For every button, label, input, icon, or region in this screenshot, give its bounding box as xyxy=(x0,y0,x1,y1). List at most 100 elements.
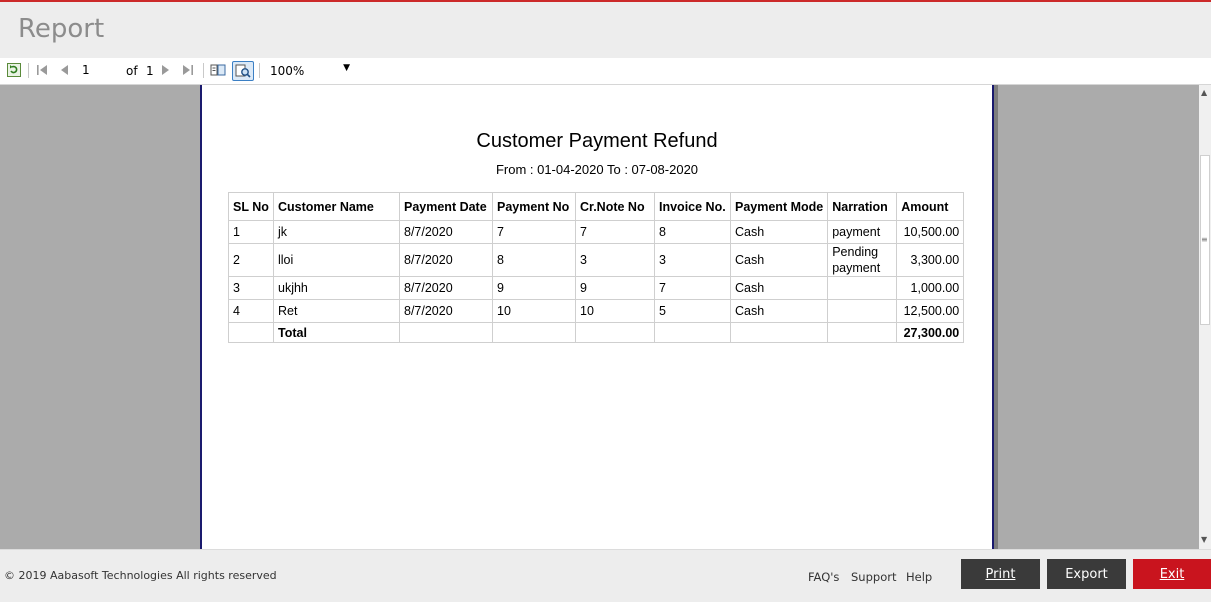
print-button[interactable]: Print xyxy=(961,559,1040,589)
table-cell: jk xyxy=(273,220,400,244)
table-cell: 7 xyxy=(492,220,576,244)
exit-button-label: Exit xyxy=(1159,566,1185,582)
table-cell: Cash xyxy=(729,220,829,244)
column-header: Cr.Note No xyxy=(575,192,655,221)
table-row: 3 ukjhh 8/7/2020 9 9 7 Cash 1,000.00 xyxy=(228,276,965,300)
export-button[interactable]: Export xyxy=(1047,559,1126,589)
table-cell: ukjhh xyxy=(273,276,400,300)
column-header: Customer Name xyxy=(273,192,400,221)
toolbar-separator xyxy=(203,63,204,78)
column-header: Payment No xyxy=(492,192,576,221)
total-label: Total xyxy=(273,322,400,343)
toolbar-separator xyxy=(28,63,29,78)
report-date-range: From : 01-04-2020 To : 07-08-2020 xyxy=(495,162,699,177)
title-bar: Report xyxy=(0,2,1211,58)
export-button-label: Export xyxy=(1065,566,1108,582)
table-cell: 8/7/2020 xyxy=(399,243,493,277)
refresh-icon[interactable] xyxy=(6,62,22,78)
last-page-icon[interactable] xyxy=(180,62,196,78)
table-cell: 8 xyxy=(492,243,576,277)
table-cell: 10 xyxy=(575,299,655,323)
first-page-icon[interactable] xyxy=(34,62,50,78)
table-cell: 7 xyxy=(654,276,731,300)
table-cell: Pending payment xyxy=(827,243,898,277)
table-row: 2 lloi 8/7/2020 8 3 3 Cash Pending payme… xyxy=(228,243,965,277)
table-cell: Cash xyxy=(729,299,829,323)
column-header: Invoice No. xyxy=(654,192,731,221)
report-page: Customer Payment Refund From : 01-04-202… xyxy=(200,85,994,549)
table-cell: 2 xyxy=(228,243,274,277)
chevron-down-icon: ▼ xyxy=(343,63,350,73)
column-header: Narration xyxy=(827,192,898,221)
table-cell: 4 xyxy=(228,299,274,323)
copyright-text: © 2019 Aabasoft Technologies All rights … xyxy=(4,569,277,582)
table-cell: payment xyxy=(827,220,898,244)
help-link[interactable]: Help xyxy=(906,570,932,584)
table-cell: lloi xyxy=(273,243,400,277)
zoom-select[interactable]: 100% ▼ xyxy=(266,60,352,80)
table-cell: 8/7/2020 xyxy=(399,220,493,244)
report-viewer: Customer Payment Refund From : 01-04-202… xyxy=(0,85,1199,549)
column-header: Payment Date xyxy=(399,192,493,221)
support-link[interactable]: Support xyxy=(851,570,896,584)
table-row: 1 jk 8/7/2020 7 7 8 Cash payment 10,500.… xyxy=(228,220,965,244)
previous-page-icon[interactable] xyxy=(56,62,72,78)
app-title: Report xyxy=(18,14,105,44)
total-amount: 27,300.00 xyxy=(896,322,965,343)
table-cell: 9 xyxy=(575,276,655,300)
table-cell: Cash xyxy=(729,243,829,277)
table-row: 4 Ret 8/7/2020 10 10 5 Cash 12,500.00 xyxy=(228,299,965,323)
table-header-row: SL No Customer Name Payment Date Payment… xyxy=(228,192,965,221)
scroll-down-icon[interactable]: ▼ xyxy=(1201,535,1207,544)
table-cell: 10,500.00 xyxy=(896,220,965,244)
toolbar-separator xyxy=(259,63,260,78)
table-cell xyxy=(827,299,898,323)
table-cell xyxy=(399,322,493,343)
faq-link[interactable]: FAQ's xyxy=(808,570,839,584)
column-header: SL No xyxy=(228,192,274,221)
table-cell: 3 xyxy=(575,243,655,277)
table-cell: 8 xyxy=(654,220,731,244)
table-cell: Ret xyxy=(273,299,400,323)
table-cell: 3,300.00 xyxy=(896,243,965,277)
scroll-grip-icon: ≡ xyxy=(1201,235,1208,244)
table-cell: 3 xyxy=(654,243,731,277)
table-cell: 12,500.00 xyxy=(896,299,965,323)
table-cell: 1 xyxy=(228,220,274,244)
total-row: Total 27,300.00 xyxy=(228,322,965,343)
exit-button[interactable]: Exit xyxy=(1133,559,1211,589)
table-cell xyxy=(654,322,731,343)
table-cell xyxy=(575,322,655,343)
report-toolbar: of 1 100% ▼ xyxy=(0,58,1211,85)
table-cell: 1,000.00 xyxy=(896,276,965,300)
total-pages: 1 xyxy=(146,64,154,78)
report-table: SL No Customer Name Payment Date Payment… xyxy=(228,192,965,343)
table-cell: 7 xyxy=(575,220,655,244)
table-cell: 10 xyxy=(492,299,576,323)
table-cell: 8/7/2020 xyxy=(399,276,493,300)
table-cell: 8/7/2020 xyxy=(399,299,493,323)
next-page-icon[interactable] xyxy=(158,62,174,78)
page-number-input[interactable] xyxy=(78,61,122,79)
table-cell xyxy=(827,322,898,343)
find-icon[interactable] xyxy=(232,61,254,81)
table-cell xyxy=(729,322,829,343)
table-cell xyxy=(228,322,274,343)
table-cell: 9 xyxy=(492,276,576,300)
table-cell xyxy=(492,322,576,343)
document-map-icon[interactable] xyxy=(210,62,226,78)
report-title: Customer Payment Refund xyxy=(476,130,718,152)
column-header: Payment Mode xyxy=(729,192,829,221)
of-label: of xyxy=(126,64,138,78)
page-shadow xyxy=(994,85,998,549)
print-button-label: Print xyxy=(985,566,1016,582)
table-cell: 3 xyxy=(228,276,274,300)
footer: © 2019 Aabasoft Technologies All rights … xyxy=(0,549,1211,602)
scroll-up-icon[interactable]: ▲ xyxy=(1201,88,1207,97)
vertical-scrollbar[interactable]: ▲ ≡ ▼ xyxy=(1199,85,1211,549)
zoom-value: 100% xyxy=(270,64,305,78)
table-cell: 5 xyxy=(654,299,731,323)
column-header: Amount xyxy=(896,192,965,221)
table-cell: Cash xyxy=(729,276,829,300)
table-cell xyxy=(827,276,898,300)
